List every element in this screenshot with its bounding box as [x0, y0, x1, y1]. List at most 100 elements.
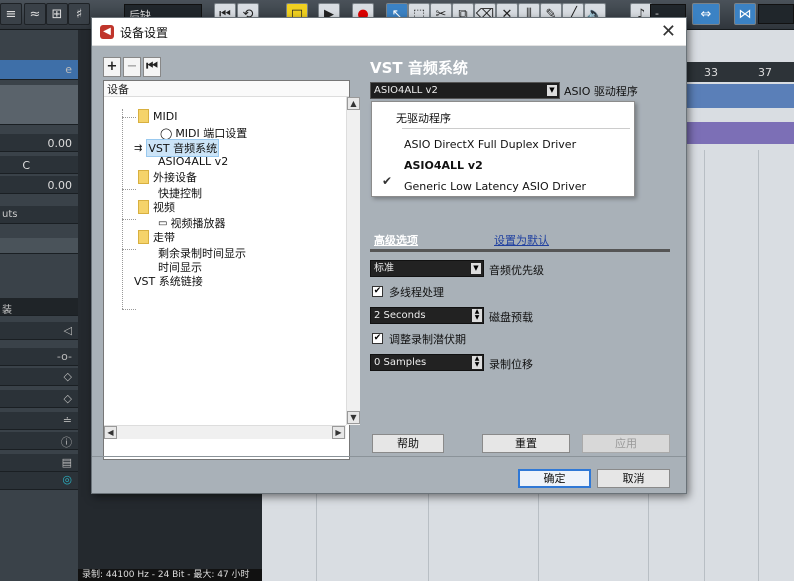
diamond-icon: ◇: [63, 392, 72, 405]
help-button[interactable]: 帮助: [372, 434, 444, 453]
inspector-panel: e 0.00 C 0.00 uts 装 ◁ -o- ◇ ◇ ≐ ⓘ ▤ ◎: [0, 30, 78, 581]
strip-row-2[interactable]: -o-: [0, 348, 78, 366]
snap-icon[interactable]: ⇔: [692, 3, 720, 25]
scroll-down-icon[interactable]: ▼: [347, 411, 360, 424]
tree-line: [122, 219, 136, 220]
delay-row[interactable]: 0.00: [0, 176, 78, 194]
routing-row[interactable]: uts: [0, 206, 78, 224]
asio-driver-select[interactable]: ASIO4ALL v2 ▼: [370, 82, 560, 99]
diamond-icon: ◇: [63, 370, 72, 383]
track-lane[interactable]: [686, 122, 794, 144]
tree-item-transport[interactable]: 走带: [138, 229, 175, 245]
tree-line: [122, 189, 136, 190]
driver-select-value: ASIO4ALL v2: [374, 85, 438, 96]
tab-advanced-options[interactable]: 高级选项: [374, 232, 418, 248]
audio-priority-value: 标准: [374, 263, 394, 274]
dropdown-option-no-driver[interactable]: 无驱动程序: [396, 110, 451, 126]
strip-row-5[interactable]: ≐: [0, 412, 78, 430]
strip-row-3[interactable]: ◇: [0, 368, 78, 386]
eq-icon[interactable]: ≈: [24, 3, 46, 25]
tree-label: 走带: [153, 231, 175, 244]
tree-line: [122, 109, 123, 309]
video-player-icon: ▭: [158, 217, 168, 229]
tree-label: VST 系统链接: [134, 275, 203, 288]
audio-priority-select[interactable]: 标准 ▼: [370, 260, 484, 277]
asio-driver-label: ASIO 驱动程序: [564, 85, 638, 98]
tree-horizontal-scrollbar[interactable]: ◀ ▶: [104, 425, 346, 439]
inserts-label: 装: [2, 305, 12, 316]
inspector-buttons: [0, 85, 78, 125]
tree-label: 视频: [153, 201, 175, 214]
tuner-icon[interactable]: ♯: [68, 3, 90, 25]
chevron-down-icon[interactable]: ▼: [471, 263, 481, 274]
info-icon: ⓘ: [61, 436, 72, 449]
tree-item-vst-system-link[interactable]: VST 系统链接: [134, 273, 203, 289]
link-icon: -o-: [56, 350, 72, 363]
strip-row-7[interactable]: ▤: [0, 454, 78, 472]
volume-value: 0.00: [47, 137, 73, 150]
section-title: VST 音频系统: [370, 59, 468, 77]
cancel-button[interactable]: 取消: [597, 469, 670, 488]
tree-label: ASIO4ALL v2: [158, 155, 229, 168]
pan-row[interactable]: C: [0, 156, 78, 174]
tree-item-video[interactable]: 视频: [138, 199, 175, 215]
tree-toolbar: + − ⏮: [103, 57, 161, 77]
tree-label: 外接设备: [153, 171, 197, 184]
audio-priority-label: 音频优先级: [489, 264, 544, 277]
strip-row-6[interactable]: ⓘ: [0, 432, 78, 450]
scroll-up-icon[interactable]: ▲: [347, 97, 360, 110]
record-offset-value: 0 Samples: [374, 357, 427, 368]
folder-icon: [138, 170, 149, 184]
tree-label: MIDI: [153, 109, 178, 123]
set-as-default-link[interactable]: 设置为默认: [494, 232, 549, 248]
inserts-row[interactable]: 装: [0, 298, 78, 316]
multithread-checkbox[interactable]: ✔: [372, 286, 383, 297]
scroll-left-icon[interactable]: ◀: [104, 426, 117, 439]
tree-item-asio4all[interactable]: ASIO4ALL v2: [158, 155, 228, 168]
quantize-select[interactable]: [758, 4, 794, 24]
close-icon[interactable]: ✕: [661, 21, 676, 42]
dropdown-option-generic-low-latency[interactable]: Generic Low Latency ASIO Driver: [404, 180, 586, 193]
driver-dropdown-menu: 无驱动程序 ASIO DirectX Full Duplex Driver ✔ …: [371, 101, 635, 197]
reset-button[interactable]: 重置: [482, 434, 570, 453]
midi-port-icon: ◯: [160, 126, 173, 140]
strip-row-8[interactable]: ◎: [0, 472, 78, 490]
adjust-latency-checkbox[interactable]: ✔: [372, 333, 383, 344]
scroll-right-icon[interactable]: ▶: [332, 426, 345, 439]
apply-button[interactable]: 应用: [582, 434, 670, 453]
multithread-label: 多线程处理: [389, 286, 444, 299]
tab-divider: [370, 249, 670, 252]
volume-row[interactable]: 0.00: [0, 134, 78, 152]
grid-icon[interactable]: ⊞: [46, 3, 68, 25]
tree-item-midi[interactable]: MIDI: [138, 109, 177, 123]
strip-row-1[interactable]: ◁: [0, 322, 78, 340]
input-row[interactable]: [0, 238, 78, 254]
dropdown-separator: [402, 128, 630, 129]
disk-preload-stepper[interactable]: 2 Seconds ▲ ▼: [370, 307, 484, 324]
remove-button[interactable]: −: [123, 57, 141, 77]
tree-header: 设备: [104, 81, 349, 97]
dropdown-option-asio4all[interactable]: ASIO4ALL v2: [404, 159, 483, 172]
dropdown-option-directx[interactable]: ASIO DirectX Full Duplex Driver: [404, 138, 576, 151]
inspector-header[interactable]: e: [0, 60, 78, 80]
clock-icon: ◎: [62, 473, 72, 486]
track-lane[interactable]: [686, 84, 794, 108]
tree-item-external-devices[interactable]: 外接设备: [138, 169, 197, 185]
spinner-icon[interactable]: ▲ ▼: [472, 356, 482, 369]
spinner-icon[interactable]: ▲ ▼: [472, 309, 482, 322]
reset-tree-button[interactable]: ⏮: [143, 57, 161, 77]
adjust-latency-label: 调整录制潜伏期: [389, 333, 466, 346]
dialog-titlebar[interactable]: ◀ 设备设置 ✕: [92, 18, 686, 46]
ok-button[interactable]: 确定: [518, 469, 591, 488]
tree-vertical-scrollbar[interactable]: ▲ ▼: [346, 97, 360, 425]
record-offset-stepper[interactable]: 0 Samples ▲ ▼: [370, 354, 484, 371]
sliders-icon[interactable]: ≡: [0, 3, 22, 25]
quantize-icon[interactable]: ⋈: [734, 3, 756, 25]
ruler-mark: 33: [704, 66, 718, 79]
cubase-logo-icon: ◀: [100, 25, 114, 39]
add-button[interactable]: +: [103, 57, 121, 77]
strip-row-4[interactable]: ◇: [0, 390, 78, 408]
chevron-down-icon[interactable]: ▼: [547, 85, 557, 96]
timeline-ruler[interactable]: 33 37: [686, 62, 794, 82]
edit-icon[interactable]: e: [65, 63, 72, 76]
